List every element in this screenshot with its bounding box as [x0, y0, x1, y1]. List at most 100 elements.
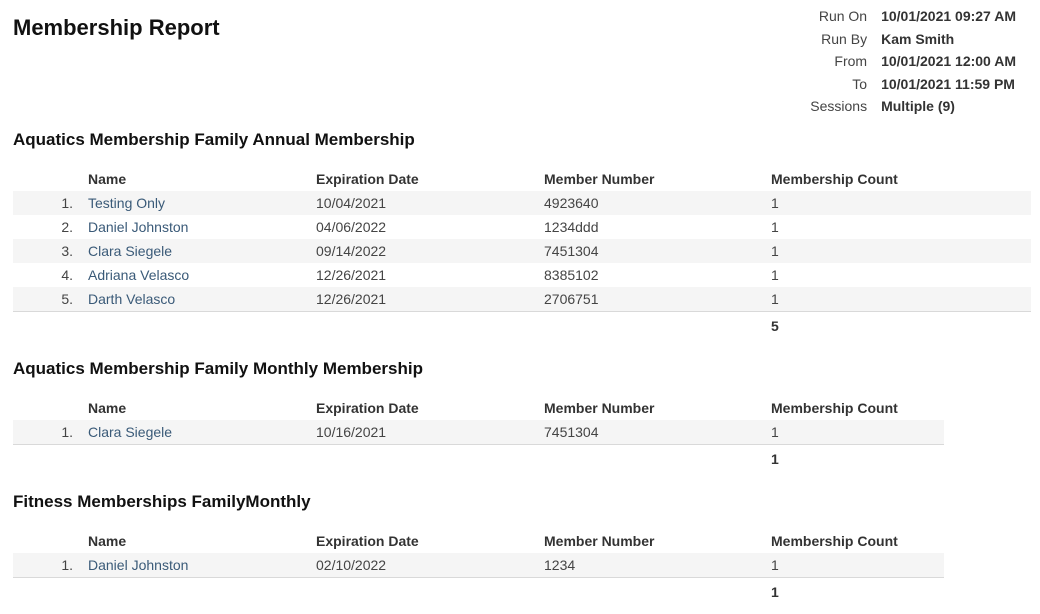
- table-row: 3. Clara Siegele 09/14/2022 7451304 1: [13, 239, 1031, 263]
- total-spacer: [87, 444, 315, 473]
- table-header: Name Expiration Date Member Number Membe…: [13, 529, 944, 553]
- row-index: 2.: [61, 219, 73, 235]
- total-spacer: [87, 311, 315, 340]
- table-row: 1. Testing Only 10/04/2021 4923640 1: [13, 191, 1031, 215]
- member-name-link[interactable]: Clara Siegele: [87, 239, 315, 263]
- membership-table: Name Expiration Date Member Number Membe…: [13, 167, 1031, 340]
- expiration-date: 10/16/2021: [315, 420, 543, 445]
- meta-label: To: [852, 75, 868, 92]
- col-expiration: Expiration Date: [316, 533, 419, 549]
- membership-count: 1: [771, 219, 779, 235]
- membership-count: 1: [771, 267, 779, 283]
- section-title: Aquatics Membership Family Annual Member…: [13, 130, 415, 149]
- row-index: 3.: [13, 239, 87, 263]
- col-index: [13, 396, 87, 420]
- table-header: Name Expiration Date Member Number Membe…: [13, 167, 1031, 191]
- membership-count: 1: [770, 191, 1031, 215]
- row-index: 1.: [13, 191, 87, 215]
- total-spacer: [543, 444, 770, 473]
- total-spacer: [315, 444, 543, 473]
- membership-count: 1: [770, 287, 1031, 312]
- table-total-row: 5: [13, 311, 1031, 340]
- member-name-link[interactable]: Clara Siegele: [87, 420, 315, 445]
- meta-value: 10/01/2021 09:27 AM: [881, 8, 1016, 25]
- membership-table: Name Expiration Date Member Number Membe…: [13, 529, 944, 606]
- meta-value: 10/01/2021 11:59 PM: [881, 75, 1015, 92]
- expiration-date: 04/06/2022: [316, 219, 387, 235]
- meta-label: Run By: [821, 30, 868, 47]
- table-row: 5. Darth Velasco 12/26/2021 2706751 1: [13, 287, 1031, 312]
- total-spacer: [315, 577, 543, 606]
- membership-total: 1: [770, 444, 944, 473]
- meta-label: Sessions: [810, 98, 868, 115]
- member-number: 1234: [543, 553, 770, 578]
- section-title: Fitness Memberships FamilyMonthly: [13, 492, 311, 511]
- membership-table: Name Expiration Date Member Number Membe…: [13, 396, 944, 473]
- total-spacer: [13, 311, 87, 340]
- meta-to: To 10/01/2021 11:59 PM: [810, 73, 1016, 96]
- col-name: Name: [88, 400, 127, 416]
- meta-sessions: Sessions Multiple (9): [810, 95, 1016, 118]
- member-name-link[interactable]: Daniel Johnston: [87, 553, 315, 578]
- member-name-link[interactable]: Adriana Velasco: [87, 263, 315, 287]
- membership-total: 5: [770, 311, 1031, 340]
- table-header: Name Expiration Date Member Number Membe…: [13, 396, 944, 420]
- section-fitness-monthly: Fitness Memberships FamilyMonthly Name E…: [13, 492, 944, 606]
- col-member-number: Member Number: [544, 400, 655, 416]
- meta-value: Multiple (9): [881, 98, 955, 115]
- col-index: [13, 167, 87, 191]
- section-annual-membership: Aquatics Membership Family Annual Member…: [13, 130, 1031, 340]
- col-expiration: Expiration Date: [316, 171, 419, 187]
- total-spacer: [13, 577, 87, 606]
- row-index: 1.: [13, 420, 87, 445]
- col-count: Membership Count: [771, 400, 898, 416]
- table-total-row: 1: [13, 577, 944, 606]
- member-name-link[interactable]: Daniel Johnston: [87, 215, 315, 239]
- member-number: 7451304: [543, 420, 770, 445]
- membership-count: 1: [770, 239, 1031, 263]
- report-meta: Run On 10/01/2021 09:27 AM Run By Kam Sm…: [810, 5, 1016, 118]
- row-index: 5.: [13, 287, 87, 312]
- table-row: 1. Daniel Johnston 02/10/2022 1234 1: [13, 553, 944, 578]
- expiration-date: 12/26/2021: [315, 287, 543, 312]
- section-monthly-membership: Aquatics Membership Family Monthly Membe…: [13, 359, 944, 473]
- total-spacer: [87, 577, 315, 606]
- meta-value: 10/01/2021 12:00 AM: [881, 53, 1016, 70]
- expiration-date: 09/14/2022: [315, 239, 543, 263]
- col-member-number: Member Number: [544, 171, 655, 187]
- member-number: 4923640: [543, 191, 770, 215]
- row-index: 4.: [61, 267, 73, 283]
- table-row: 2. Daniel Johnston 04/06/2022 1234ddd 1: [13, 215, 1031, 239]
- col-index: [13, 529, 87, 553]
- meta-from: From 10/01/2021 12:00 AM: [810, 50, 1016, 73]
- member-number: 7451304: [543, 239, 770, 263]
- member-number: 2706751: [543, 287, 770, 312]
- table-row: 4. Adriana Velasco 12/26/2021 8385102 1: [13, 263, 1031, 287]
- table-row: 1. Clara Siegele 10/16/2021 7451304 1: [13, 420, 944, 445]
- col-count: Membership Count: [771, 533, 898, 549]
- page-title: Membership Report: [13, 15, 220, 40]
- meta-label: From: [834, 53, 868, 70]
- meta-run-on: Run On 10/01/2021 09:27 AM: [810, 5, 1016, 28]
- expiration-date: 02/10/2022: [315, 553, 543, 578]
- expiration-date: 10/04/2021: [315, 191, 543, 215]
- table-total-row: 1: [13, 444, 944, 473]
- col-count: Membership Count: [771, 171, 898, 187]
- membership-total: 1: [770, 577, 944, 606]
- meta-run-by: Run By Kam Smith: [810, 28, 1016, 51]
- meta-value: Kam Smith: [881, 30, 955, 47]
- member-number: 8385102: [544, 267, 599, 283]
- meta-label: Run On: [818, 8, 868, 25]
- row-index: 1.: [13, 553, 87, 578]
- col-member-number: Member Number: [544, 533, 655, 549]
- member-name-link[interactable]: Darth Velasco: [87, 287, 315, 312]
- total-spacer: [543, 311, 770, 340]
- total-spacer: [315, 311, 543, 340]
- total-spacer: [13, 444, 87, 473]
- section-title: Aquatics Membership Family Monthly Membe…: [13, 359, 423, 378]
- membership-count: 1: [770, 420, 944, 445]
- member-number: 1234ddd: [544, 219, 599, 235]
- col-name: Name: [88, 533, 127, 549]
- member-name-link[interactable]: Testing Only: [87, 191, 315, 215]
- membership-count: 1: [770, 553, 944, 578]
